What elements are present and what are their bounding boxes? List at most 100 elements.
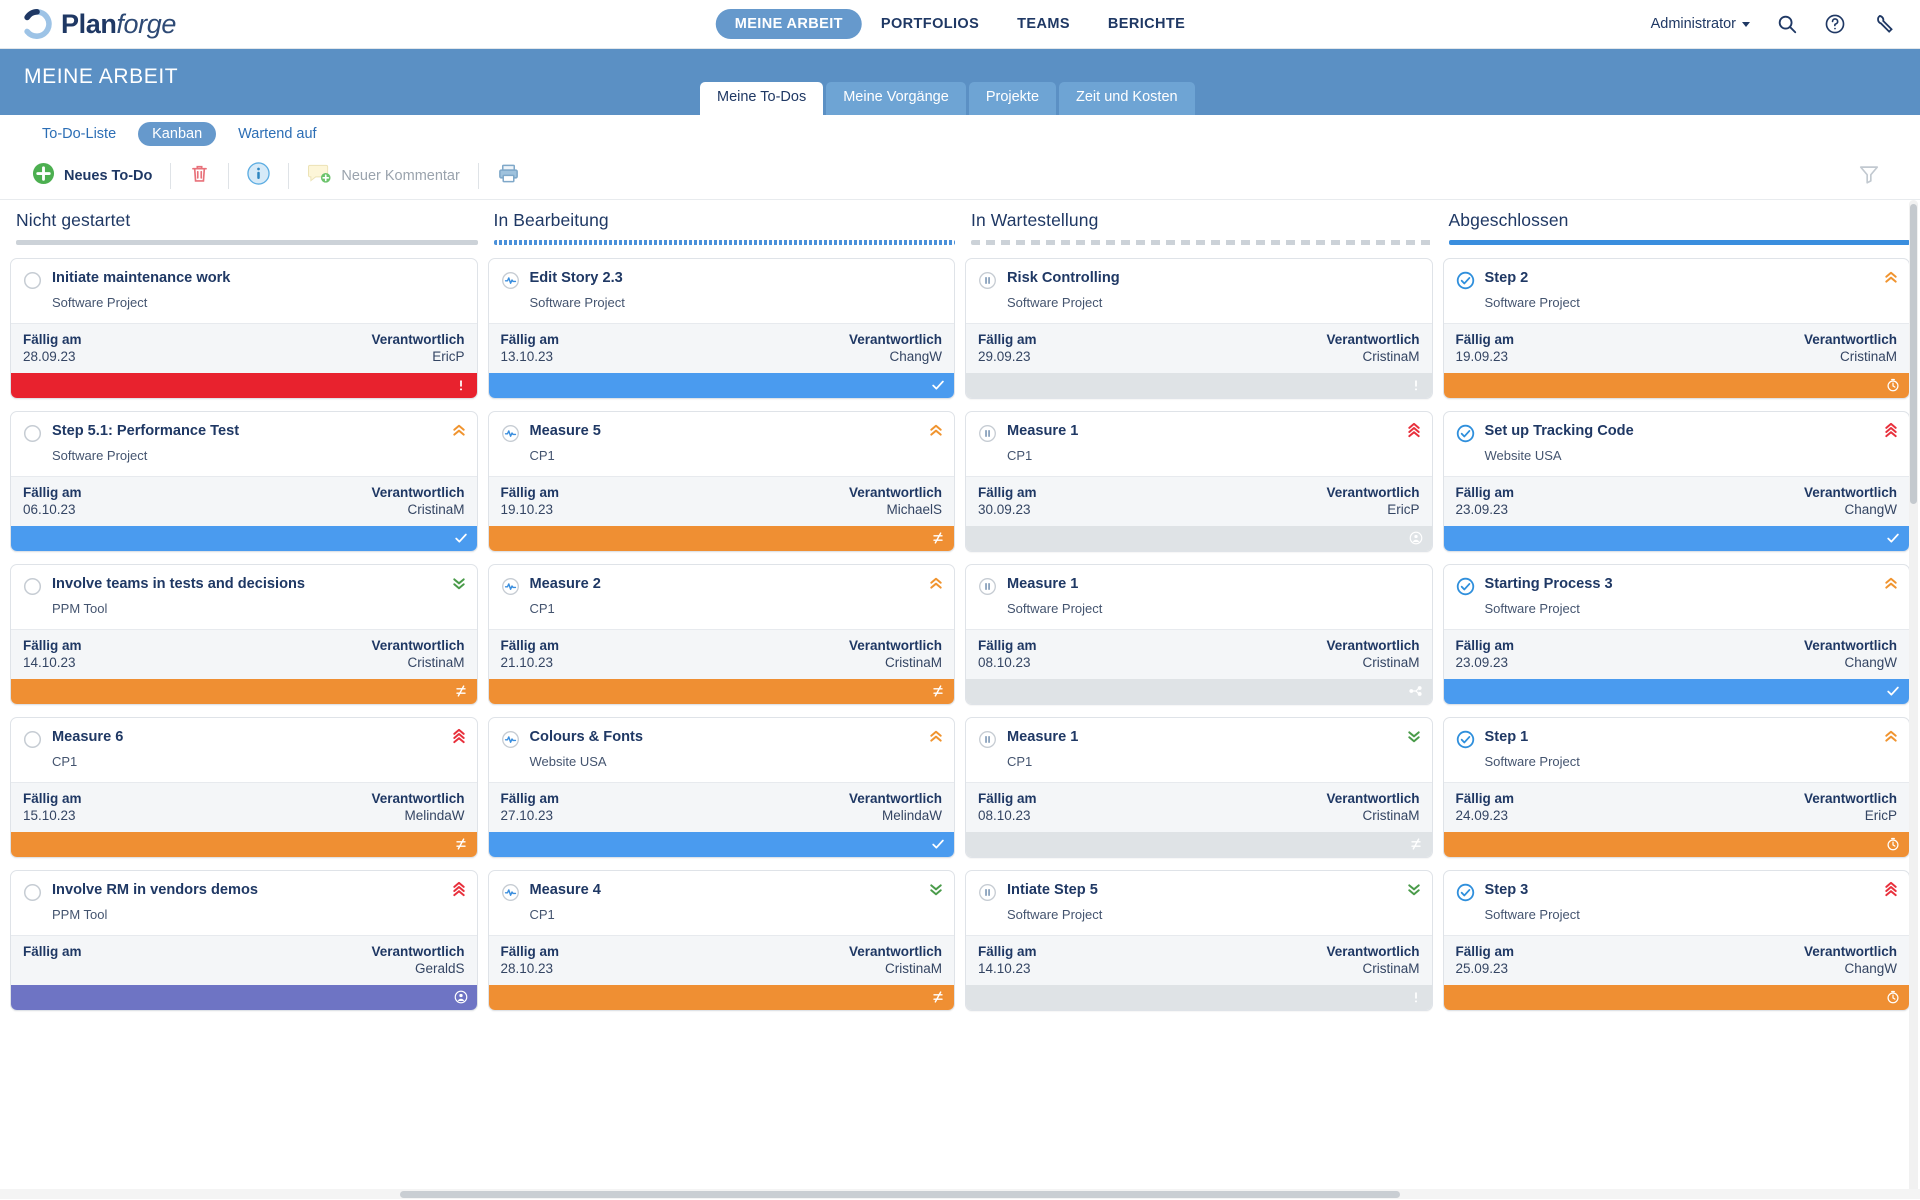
activity-pulse-icon[interactable] [501,883,520,902]
pause-circle-icon[interactable] [978,577,997,596]
nav-item-portfolios[interactable]: PORTFOLIOS [862,9,998,39]
subnav-item-kanban[interactable]: Kanban [138,122,217,146]
responsible-label: Verantwortlich [371,638,465,653]
priority-icon [1884,422,1898,439]
todo-card[interactable]: Edit Story 2.3 Software Project Fällig a… [487,258,955,399]
todo-card[interactable]: Step 3 Software Project Fällig am 25.09.… [1442,870,1910,1011]
column-header: Abgeschlossen [1443,200,1910,245]
due-label: Fällig am [1455,638,1515,653]
delete-button[interactable] [171,159,228,193]
kanban-column: In Wartestellung Risk Controlling Softwa… [965,200,1433,1199]
scrollbar-thumb[interactable] [400,1191,1400,1198]
subnav-item-todo-liste[interactable]: To-Do-Liste [28,122,130,146]
due-date: 28.09.23 [23,349,76,364]
todo-card[interactable]: Measure 2 CP1 Fällig am 21.10.23 Verantw… [487,564,955,705]
pause-circle-icon[interactable] [978,424,997,443]
card-project: CP1 [1007,754,1033,769]
activity-pulse-icon[interactable] [501,730,520,749]
todo-card[interactable]: Measure 1 CP1 Fällig am 30.09.23 Verantw… [965,411,1433,552]
check-circle-icon[interactable] [1456,424,1475,443]
help-icon[interactable] [1824,13,1846,35]
horizontal-scrollbar[interactable] [0,1189,1920,1199]
due-date: 30.09.23 [978,502,1031,517]
check-circle-icon[interactable] [1456,271,1475,290]
card-meta: Fällig am 14.10.23 Verantwortlich Cristi… [966,935,1432,985]
tab-meine-vorgaenge[interactable]: Meine Vorgänge [826,82,966,115]
card-status-bar [1443,985,1909,1010]
card-header: Risk Controlling Software Project [966,259,1432,323]
user-menu[interactable]: Administrator [1651,16,1750,32]
nav-item-teams[interactable]: TEAMS [998,9,1089,39]
todo-card[interactable]: Initiate maintenance work Software Proje… [10,258,478,399]
scrollbar-thumb[interactable] [1910,204,1917,504]
todo-card[interactable]: Step 5.1: Performance Test Software Proj… [10,411,478,552]
filter-button[interactable] [1840,159,1898,193]
responsible-label: Verantwortlich [1326,638,1420,653]
todo-card[interactable]: Measure 4 CP1 Fällig am 28.10.23 Verantw… [487,870,955,1011]
empty-circle-icon[interactable] [23,730,42,749]
empty-circle-icon[interactable] [23,424,42,443]
card-meta: Fällig am 08.10.23 Verantwortlich Cristi… [966,782,1432,832]
card-project: Software Project [52,448,148,463]
tab-projekte[interactable]: Projekte [968,82,1057,115]
empty-circle-icon[interactable] [23,577,42,596]
print-button[interactable] [479,159,538,193]
card-title: Edit Story 2.3 [529,270,623,286]
vertical-scrollbar[interactable] [1909,200,1918,1199]
todo-card[interactable]: Measure 1 CP1 Fällig am 08.10.23 Verantw… [965,717,1433,858]
empty-circle-icon[interactable] [23,271,42,290]
brand-logo[interactable]: Planforge [0,9,176,40]
tab-meine-to-dos[interactable]: Meine To-Dos [700,82,824,115]
card-status-bar [966,679,1432,704]
check-icon [1886,684,1900,700]
card-meta: Fällig am 23.09.23 Verantwortlich ChangW [1443,476,1909,526]
tab-zeit-und-kosten[interactable]: Zeit und Kosten [1059,82,1195,115]
card-title: Measure 1 [1007,729,1079,745]
todo-card[interactable]: Involve RM in vendors demos PPM Tool Fäl… [10,870,478,1011]
todo-card[interactable]: Measure 5 CP1 Fällig am 19.10.23 Verantw… [487,411,955,552]
pause-circle-icon[interactable] [978,883,997,902]
card-meta: Fällig am 30.09.23 Verantwortlich EricP [966,476,1432,526]
info-button[interactable] [229,159,288,193]
todo-card[interactable]: Set up Tracking Code Website USA Fällig … [1442,411,1910,552]
todo-card[interactable]: Step 1 Software Project Fällig am 24.09.… [1442,717,1910,858]
responsible-person: ChangW [1844,961,1897,976]
activity-pulse-icon[interactable] [501,271,520,290]
due-date: 14.10.23 [23,655,76,670]
card-header: Set up Tracking Code Website USA [1444,412,1910,476]
pause-circle-icon[interactable] [978,730,997,749]
todo-card[interactable]: Measure 1 Software Project Fällig am 08.… [965,564,1433,705]
todo-card[interactable]: Colours & Fonts Website USA Fällig am 27… [487,717,955,858]
activity-pulse-icon[interactable] [501,424,520,443]
card-title: Measure 2 [529,576,601,592]
pause-circle-icon[interactable] [978,271,997,290]
subnav-item-wartend-auf[interactable]: Wartend auf [224,122,330,146]
responsible-person: CristinaM [1839,349,1897,364]
card-title: Risk Controlling [1007,270,1120,286]
nav-item-berichte[interactable]: BERICHTE [1089,9,1204,39]
card-title: Measure 4 [529,882,601,898]
card-meta: Fällig am 25.09.23 Verantwortlich ChangW [1443,935,1909,985]
empty-circle-icon[interactable] [23,883,42,902]
stopwatch-icon [1886,837,1900,853]
todo-card[interactable]: Intiate Step 5 Software Project Fällig a… [965,870,1433,1011]
search-icon[interactable] [1776,13,1798,35]
todo-card[interactable]: Involve teams in tests and decisions PPM… [10,564,478,705]
card-header: Step 2 Software Project [1444,259,1910,323]
nav-item-meine-arbeit[interactable]: MEINE ARBEIT [715,9,862,39]
card-header: Measure 2 CP1 [489,565,955,629]
todo-card[interactable]: Starting Process 3 Software Project Fäll… [1442,564,1910,705]
todo-card[interactable]: Risk Controlling Software Project Fällig… [965,258,1433,399]
todo-card[interactable]: Step 2 Software Project Fällig am 19.09.… [1442,258,1910,399]
check-circle-icon[interactable] [1456,577,1475,596]
check-circle-icon[interactable] [1456,883,1475,902]
new-todo-button[interactable]: Neues To-Do [14,159,170,193]
kanban-column: In Bearbeitung Edit Story 2.3 Software P… [487,200,955,1199]
check-circle-icon[interactable] [1456,730,1475,749]
todo-card[interactable]: Measure 6 CP1 Fällig am 15.10.23 Verantw… [10,717,478,858]
wrench-icon[interactable] [1872,13,1894,35]
new-comment-button[interactable]: Neuer Kommentar [289,159,477,193]
card-status-bar [488,985,954,1010]
activity-pulse-icon[interactable] [501,577,520,596]
check-icon [931,378,945,394]
